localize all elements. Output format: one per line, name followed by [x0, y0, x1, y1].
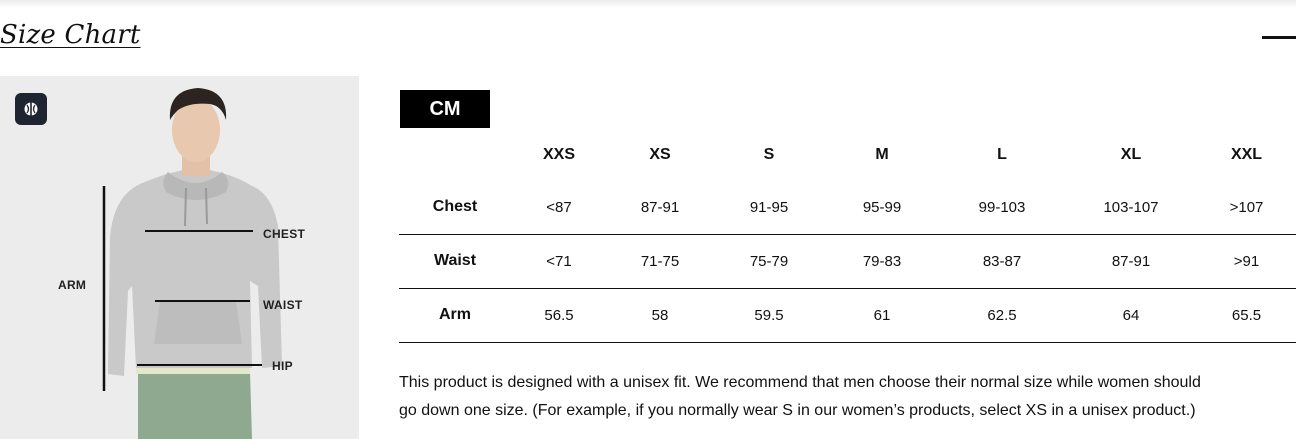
column-header: XXL: [1230, 145, 1263, 163]
table-cell: 95-99: [825, 181, 939, 235]
fit-note-line: This product is designed with a unisex f…: [399, 374, 1201, 391]
table-cell: 103-107: [1065, 181, 1197, 235]
size-table: XXS XS S M L XL XXL Chest <87 87-91 91-9…: [399, 128, 1296, 343]
table-cell: 99-103: [939, 181, 1065, 235]
table-cell: 59.5: [713, 288, 825, 343]
row-label: Waist: [399, 234, 511, 289]
minus-icon: [1262, 36, 1296, 39]
table-cell: 56.5: [511, 288, 607, 343]
table-cell: 79-83: [825, 234, 939, 289]
table-cell: 64: [1065, 288, 1197, 343]
table-cell: <71: [511, 234, 607, 289]
column-header: M: [875, 145, 889, 163]
table-cell: 71-75: [607, 234, 713, 289]
table-cell: <87: [511, 181, 607, 235]
hip-label: HIP: [272, 359, 293, 373]
unit-tab-cm[interactable]: CM: [400, 90, 490, 128]
fit-note-line: go down one size. (For example, if you n…: [399, 402, 1196, 419]
table-cell: >91: [1197, 234, 1296, 289]
column-header: [399, 128, 511, 181]
section-title[interactable]: Size Chart: [0, 20, 141, 50]
arm-label: ARM: [58, 278, 87, 292]
table-row: Arm 56.5 58 59.5 61 62.5 64 65.5: [399, 288, 1296, 343]
column-header: XL: [1120, 145, 1142, 163]
table-header-row: XXS XS S M L XL XXL: [399, 128, 1296, 181]
table-cell: 65.5: [1197, 288, 1296, 343]
table-cell: 75-79: [713, 234, 825, 289]
table-cell: 83-87: [939, 234, 1065, 289]
table-cell: >107: [1197, 181, 1296, 235]
table-cell: 91-95: [713, 181, 825, 235]
size-guide-image: ARM CHEST WAIST HIP: [0, 76, 359, 439]
table-row: Chest <87 87-91 91-95 95-99 99-103 103-1…: [399, 181, 1296, 235]
table-cell: 87-91: [607, 181, 713, 235]
collapse-button[interactable]: [1262, 28, 1296, 46]
table-cell: 58: [607, 288, 713, 343]
fit-note: This product is designed with a unisex f…: [399, 369, 1296, 425]
table-cell: 61: [825, 288, 939, 343]
brand-badge-button[interactable]: [15, 93, 47, 125]
brand-icon: [24, 102, 38, 116]
top-divider: [0, 0, 1296, 8]
waist-label: WAIST: [263, 298, 303, 312]
column-header: XXS: [542, 145, 575, 163]
column-header: S: [763, 145, 775, 163]
table-cell: 62.5: [939, 288, 1065, 343]
row-label: Chest: [399, 181, 511, 235]
column-header: XS: [649, 145, 671, 163]
chest-label: CHEST: [263, 227, 306, 241]
column-header: L: [997, 145, 1007, 163]
table-cell: 87-91: [1065, 234, 1197, 289]
table-row: Waist <71 71-75 75-79 79-83 83-87 87-91 …: [399, 234, 1296, 289]
row-label: Arm: [399, 288, 511, 343]
